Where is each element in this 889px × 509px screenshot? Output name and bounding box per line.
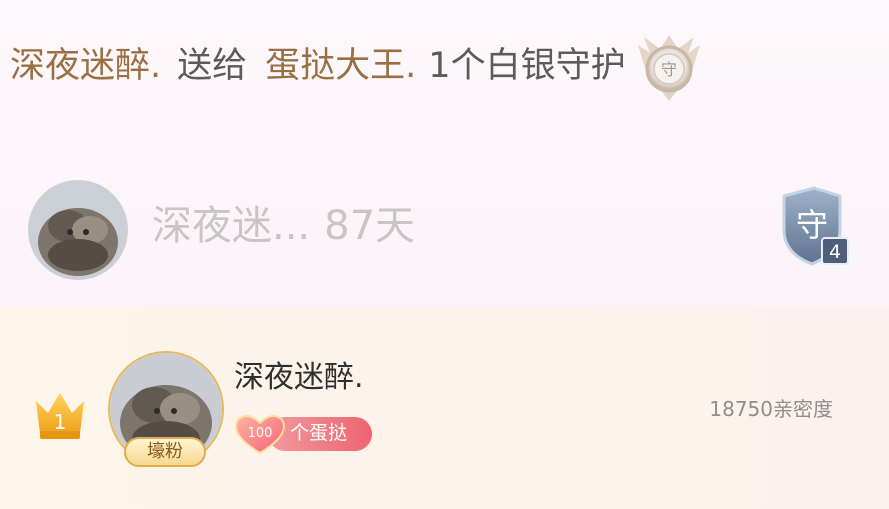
gift-label: 个蛋挞 [290, 422, 348, 444]
ranking-username[interactable]: 深夜迷醉. [234, 363, 364, 393]
guard-label: 深夜迷... 87天 [152, 206, 415, 246]
svg-text:守: 守 [661, 60, 677, 79]
intimacy-value: 18750亲密度 [709, 397, 833, 421]
guard-row[interactable]: 深夜迷... 87天 守 4 [0, 168, 889, 288]
gift-sender-name[interactable]: 深夜迷醉. [10, 48, 161, 84]
ranking-avatar[interactable]: 壕粉 [108, 351, 224, 467]
gift-receiver-name[interactable]: 蛋挞大王. [265, 48, 416, 84]
heart-icon: 100 [234, 415, 286, 455]
gift-count-number: 100 [248, 426, 273, 441]
guard-shield-icon[interactable]: 守 4 [774, 186, 854, 270]
gift-message: 深夜迷醉. 送给 蛋挞大王. 1个白银守护 守 [10, 35, 708, 101]
guard-avatar[interactable] [28, 180, 128, 280]
gift-action-text: 送给 [177, 45, 248, 86]
gift-item-text: 1个白银守护 [428, 45, 626, 86]
guard-days: 87天 [324, 203, 416, 249]
fan-tag-badge: 壕粉 [124, 437, 206, 467]
guard-badge-level: 4 [829, 241, 841, 263]
guard-name: 深夜迷... [152, 203, 311, 249]
ranking-row[interactable]: 1 壕粉 深夜迷醉. 100 个蛋挞 18750亲密度 [0, 307, 889, 509]
gift-count-badge: 100 个蛋挞 [234, 415, 374, 455]
silver-guard-emblem-icon: 守 [630, 31, 708, 109]
rank-number: 1 [54, 410, 67, 434]
gold-crown-icon: 1 [32, 387, 88, 441]
